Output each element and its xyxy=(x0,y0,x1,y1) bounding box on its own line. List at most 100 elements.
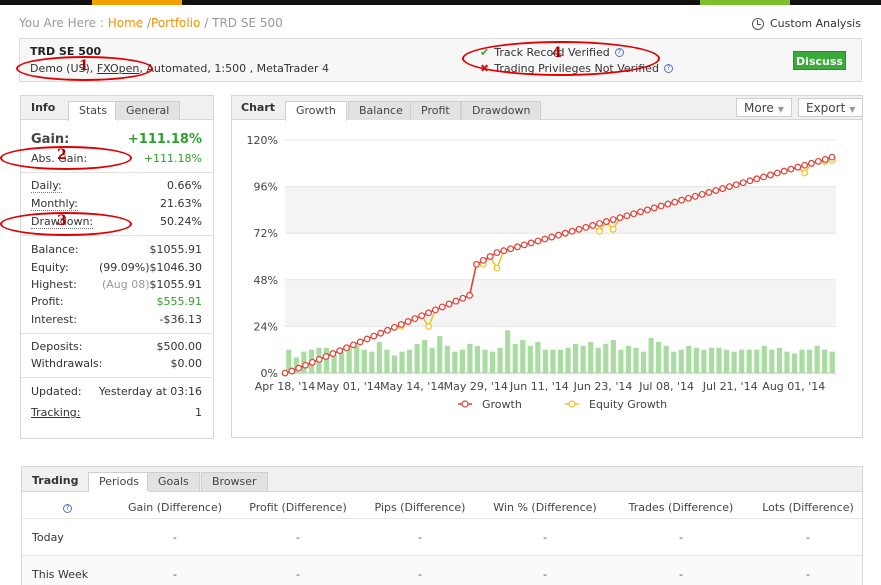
help-icon[interactable]: ? xyxy=(614,47,624,57)
breadcrumb-home-link[interactable]: Home xyxy=(108,16,143,30)
legend-label: Equity Growth xyxy=(589,398,667,411)
breadcrumb-portfolio-link[interactable]: Portfolio xyxy=(151,16,200,30)
volume-bar xyxy=(369,351,375,373)
x-tick-label: Jun 11, '14 xyxy=(509,380,569,393)
help-icon[interactable]: ? xyxy=(663,63,673,73)
growth-point xyxy=(507,245,515,253)
growth-point xyxy=(691,192,699,200)
growth-point xyxy=(308,358,316,366)
help-icon[interactable]: ? xyxy=(63,504,72,513)
broker-link[interactable]: FXOpen xyxy=(97,62,140,75)
volume-bar xyxy=(739,349,745,373)
tab-periods[interactable]: Periods xyxy=(88,472,151,492)
daily-row: Daily: 0.66% xyxy=(31,179,202,195)
monthly-row: Monthly: 21.63% xyxy=(31,197,202,213)
volume-bar xyxy=(746,349,752,373)
volume-bar xyxy=(799,349,805,373)
tab-goals[interactable]: Goals xyxy=(147,472,200,491)
column-header[interactable]: Trades (Difference) xyxy=(629,501,734,514)
trading-tab-bar: Trading Periods Goals Browser xyxy=(22,467,862,492)
breadcrumb-current: TRD SE 500 xyxy=(212,16,283,30)
growth-point xyxy=(719,185,727,192)
growth-point xyxy=(329,350,337,357)
annotation-number: 2 xyxy=(57,147,67,163)
column-header[interactable]: Gain (Difference) xyxy=(128,501,222,514)
balance-value: $1055.91 xyxy=(149,243,203,256)
breadcrumb-prefix: You Are Here : xyxy=(19,16,104,30)
volume-bar xyxy=(414,343,420,373)
growth-point xyxy=(493,249,501,257)
withdrawals-row: Withdrawals: $0.00 xyxy=(31,357,202,373)
volume-bar xyxy=(580,345,586,373)
volume-bar xyxy=(648,338,654,373)
tracking-value: 1 xyxy=(195,406,202,419)
tab-general[interactable]: General xyxy=(115,101,181,120)
growth-point xyxy=(295,364,303,372)
trading-panel-title: Trading xyxy=(32,474,79,487)
gain-row: Gain: +111.18% xyxy=(31,132,202,148)
column-header[interactable]: Lots (Difference) xyxy=(762,501,854,514)
tracking-label[interactable]: Tracking: xyxy=(31,406,81,419)
row-label: Today xyxy=(32,531,64,544)
volume-bar xyxy=(791,353,798,373)
highest-value: $1055.91 xyxy=(149,278,203,291)
growth-point xyxy=(473,260,480,268)
growth-point xyxy=(548,233,556,241)
volume-bar xyxy=(550,349,556,373)
updated-row: Updated: Yesterday at 03:16 xyxy=(31,385,202,401)
growth-point xyxy=(438,303,446,311)
growth-point xyxy=(664,200,672,208)
column-header[interactable]: Profit (Difference) xyxy=(249,501,346,514)
trading-table-header: ? Gain (Difference) Profit (Difference) … xyxy=(22,495,862,519)
growth-point xyxy=(377,329,385,337)
column-header[interactable]: Pips (Difference) xyxy=(375,501,466,514)
growth-point xyxy=(814,157,822,165)
custom-analysis-label: Custom Analysis xyxy=(770,17,861,30)
growth-point xyxy=(671,198,679,206)
growth-point xyxy=(322,353,330,360)
tab-browser[interactable]: Browser xyxy=(201,472,268,491)
custom-analysis-link[interactable]: Custom Analysis xyxy=(752,17,861,30)
account-type: Demo (US xyxy=(30,62,86,75)
nav-accent-orange xyxy=(92,0,182,5)
column-header[interactable]: Win % (Difference) xyxy=(493,501,596,514)
tab-stats[interactable]: Stats xyxy=(68,101,119,121)
x-tick-label: May 14, '14 xyxy=(380,380,444,393)
volume-bar xyxy=(671,351,677,373)
top-navigation-bar xyxy=(0,0,881,5)
breadcrumb: You Are Here : Home /Portfolio / TRD SE … xyxy=(19,16,283,30)
volume-bar xyxy=(467,343,473,373)
equity-growth-point xyxy=(425,322,432,330)
y-tick-label: 72% xyxy=(254,227,278,240)
equity-row: Equity: (99.09%)$1046.30 xyxy=(31,261,202,277)
volume-bar xyxy=(693,347,699,373)
chart-band xyxy=(285,186,836,234)
highest-date: (Aug 08) xyxy=(101,278,150,291)
volume-bar xyxy=(527,345,533,373)
daily-label[interactable]: Daily: xyxy=(31,179,62,193)
volume-bar xyxy=(512,343,518,373)
volume-bar xyxy=(633,347,639,373)
volume-bar xyxy=(557,349,564,373)
info-panel-title: Info xyxy=(31,101,56,114)
volume-bar xyxy=(603,343,609,373)
growth-chart[interactable]: 0% 24% 48% 72% 96% 120% Apr 18, '14 May 01, '14… xyxy=(232,96,862,437)
volume-bar xyxy=(595,347,601,373)
volume-bar xyxy=(761,345,767,373)
account-settings: , Automated, 1:500 , MetaTrader 4 xyxy=(139,62,330,75)
growth-point xyxy=(623,212,631,220)
growth-point xyxy=(760,173,768,181)
growth-point xyxy=(281,369,289,377)
withdrawals-label: Withdrawals: xyxy=(31,357,103,370)
monthly-label[interactable]: Monthly: xyxy=(31,197,78,211)
equity-growth-point xyxy=(609,225,617,233)
growth-point xyxy=(712,187,720,194)
legend-marker xyxy=(461,400,469,408)
growth-point xyxy=(349,341,357,349)
growth-point xyxy=(767,171,774,179)
growth-point xyxy=(568,227,576,235)
discuss-button[interactable]: Discuss xyxy=(793,51,846,70)
growth-point xyxy=(780,167,788,175)
volume-bar xyxy=(588,341,594,373)
volume-bar xyxy=(814,345,820,373)
